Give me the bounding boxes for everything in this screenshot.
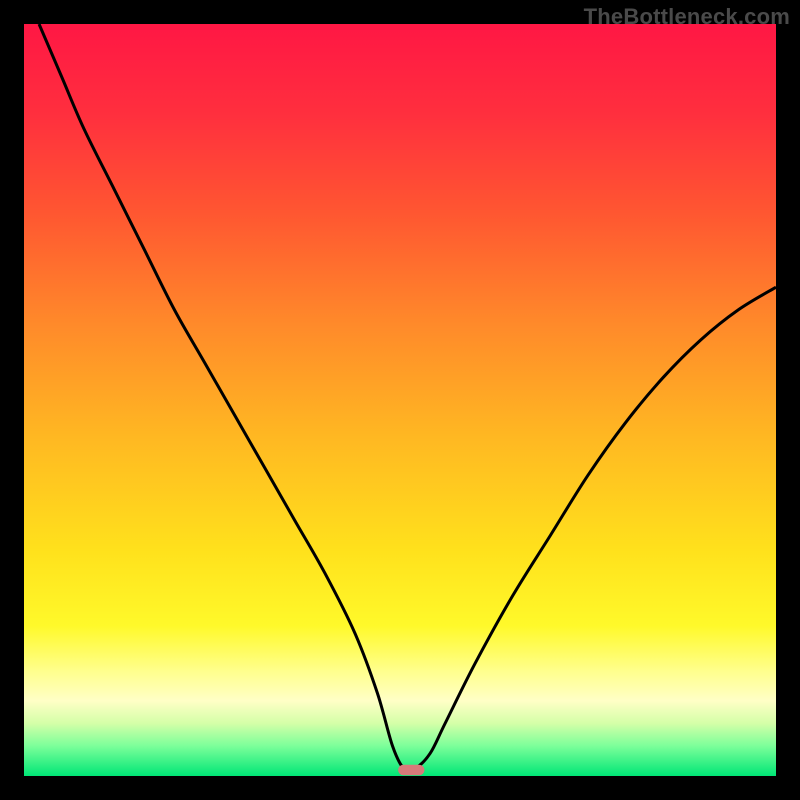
chart-plot-area	[24, 24, 776, 776]
watermark-text: TheBottleneck.com	[584, 4, 790, 30]
chart-frame: TheBottleneck.com	[0, 0, 800, 800]
optimum-marker	[398, 765, 424, 776]
chart-background-gradient	[24, 24, 776, 776]
chart-svg	[24, 24, 776, 776]
